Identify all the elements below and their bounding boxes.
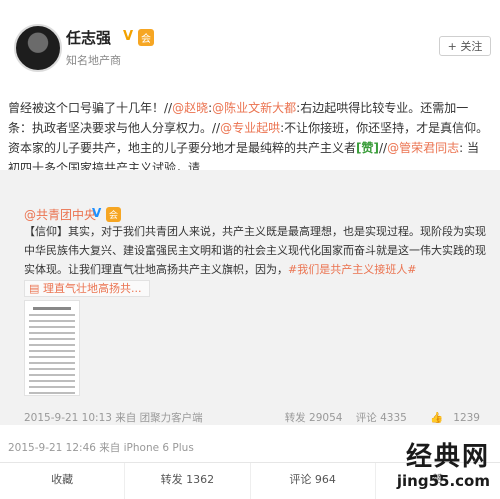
username[interactable]: 任志强 (66, 27, 111, 48)
mention-link[interactable]: @陈业文新大都 (212, 101, 296, 115)
repost-card[interactable]: @共青团中央 V 会 【信仰】其实，对于我们共青团人来说，共产主义既是最高理想，… (0, 170, 500, 425)
favorite-button[interactable]: 收藏 (0, 463, 126, 499)
thumbs-up-icon: 👍 (430, 412, 444, 424)
article-thumbnail[interactable] (24, 300, 80, 396)
post-text: 曾经被这个口号骗了十几年！//@赵晓:@陈业文新大都:右边起哄得比较专业。还需加… (8, 101, 489, 175)
verified-icon: V (92, 206, 102, 220)
watermark-domain: jing55.com (396, 472, 490, 490)
repost-text: 【信仰】其实，对于我们共青团人来说，共产主义既是最高理想，也是实现过程。现阶段为… (24, 225, 486, 276)
like-count[interactable]: 👍 1239 (420, 412, 480, 424)
hashtag-link[interactable]: #我们是共产主义接班人# (288, 263, 416, 276)
comment-count[interactable]: 评论 4335 (356, 412, 407, 424)
site-watermark: 经典网 jing55.com (397, 442, 490, 490)
post-timestamp: 2015-9-21 12:46 来自 iPhone 6 Plus (8, 442, 194, 454)
user-title: 知名地产商 (66, 54, 121, 67)
article-link[interactable]: ▤ 理直气壮地高扬共... (24, 280, 150, 297)
repost-stats: 转发 29054 评论 4335 👍 1239 (275, 410, 480, 425)
comment-button[interactable]: 评论 964 (251, 463, 376, 499)
verified-icon: V (123, 29, 134, 44)
mention-link[interactable]: @赵晓 (172, 101, 208, 115)
mention-link[interactable]: @专业起哄 (220, 121, 280, 135)
vip-icon: 会 (106, 207, 122, 222)
watermark-title: 经典网 (405, 442, 490, 472)
doc-icon: ▤ (29, 282, 40, 295)
avatar[interactable] (14, 24, 62, 72)
mention-link[interactable]: @管荣君同志 (387, 141, 459, 155)
emoji-icon: [赞] (356, 141, 379, 155)
follow-button[interactable]: + 关注 (439, 36, 491, 56)
repost-button[interactable]: 转发 1362 (125, 463, 251, 499)
vip-icon: 会 (138, 29, 154, 46)
repost-author[interactable]: @共青团中央 (24, 206, 96, 223)
repost-timestamp: 2015-9-21 10:13 来自 团聚力客户端 (24, 412, 203, 424)
repost-count[interactable]: 转发 29054 (285, 412, 343, 424)
